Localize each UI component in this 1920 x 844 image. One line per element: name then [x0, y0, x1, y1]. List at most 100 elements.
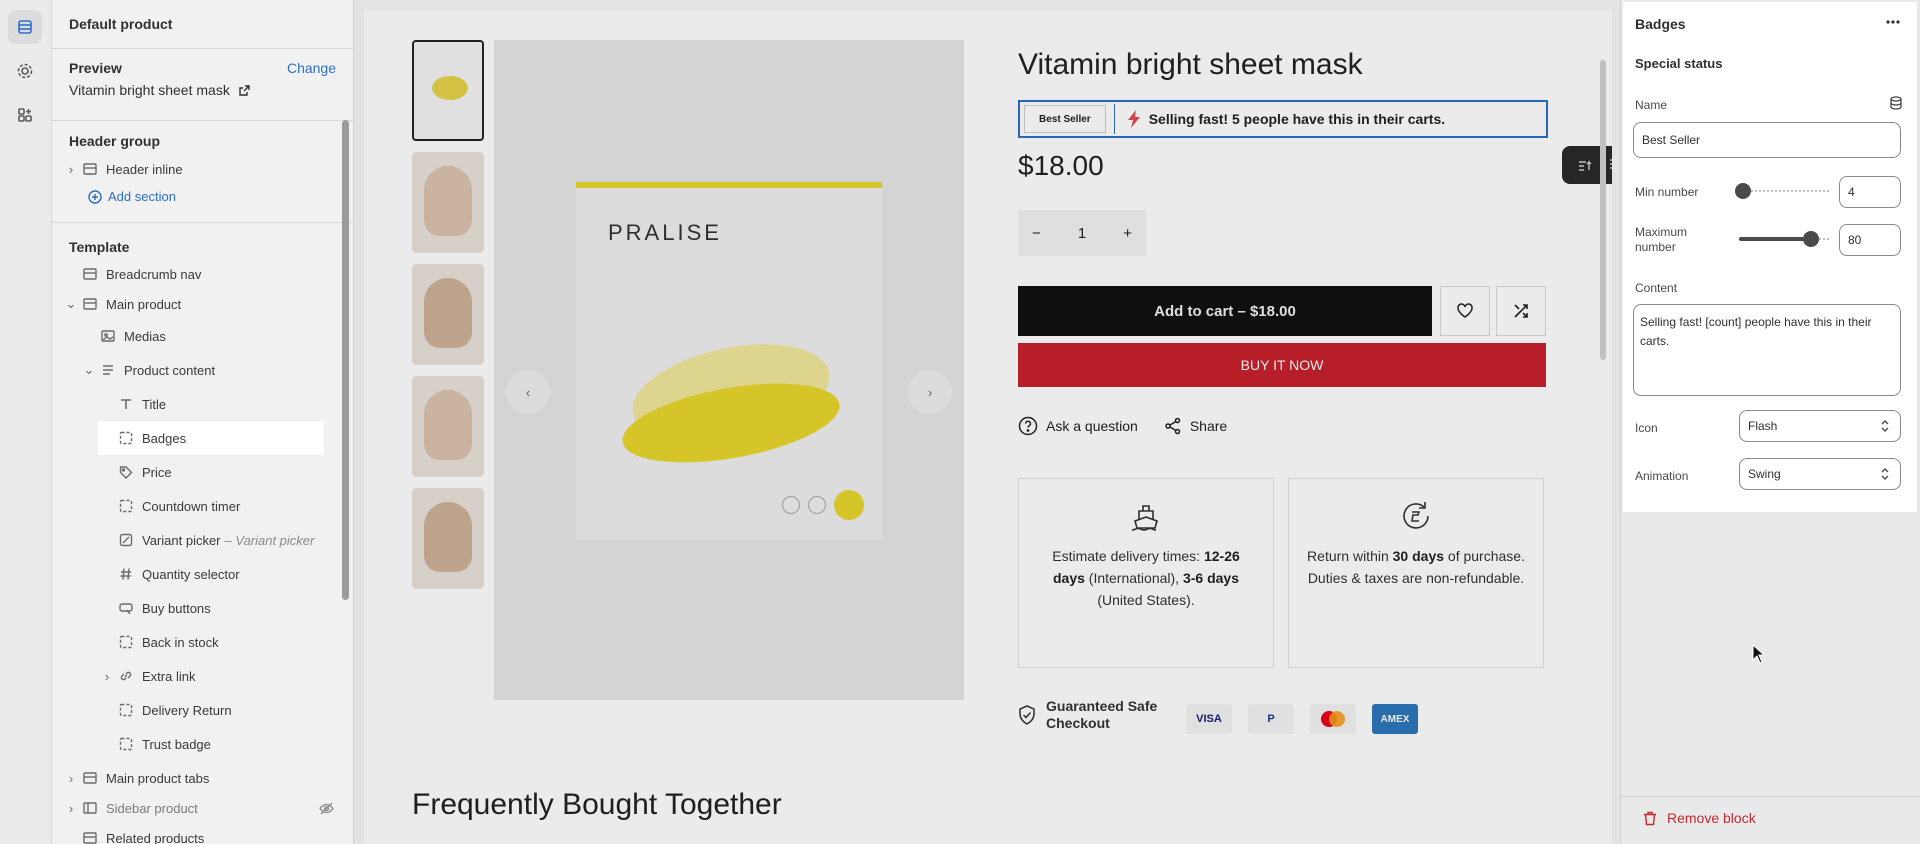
- divider: [52, 48, 353, 49]
- button-icon: [118, 600, 134, 616]
- apps-icon[interactable]: [8, 98, 42, 132]
- chevron-down-icon[interactable]: ⌄: [82, 362, 96, 378]
- frequently-bought-heading: Frequently Bought Together: [412, 788, 782, 821]
- minus-icon[interactable]: −: [1032, 225, 1041, 242]
- slider-handle[interactable]: [1734, 183, 1751, 199]
- min-number-label: Min number: [1635, 185, 1699, 199]
- move-up-icon[interactable]: [1577, 157, 1593, 173]
- sidebar-item-header-inline[interactable]: › Header inline: [64, 152, 183, 186]
- chevron-right-icon: ›: [927, 384, 933, 400]
- dynamic-source-icon[interactable]: [1889, 96, 1903, 110]
- sidebar-item-medias[interactable]: Medias: [100, 319, 166, 353]
- thumbnail-2[interactable]: [412, 152, 484, 253]
- sidebar-item-buy-buttons[interactable]: Buy buttons: [118, 591, 211, 625]
- template-title: Default product: [69, 16, 173, 32]
- chevron-right-icon[interactable]: ›: [100, 669, 114, 684]
- preview-product[interactable]: Vitamin bright sheet mask: [69, 82, 251, 98]
- sidebar-scrollbar[interactable]: [342, 120, 349, 600]
- change-preview-link[interactable]: Change: [287, 60, 336, 76]
- add-to-cart-button[interactable]: Add to cart – $18.00: [1018, 286, 1432, 336]
- visa-icon: VISA: [1186, 704, 1232, 734]
- buy-it-now-button[interactable]: BUY IT NOW: [1018, 343, 1546, 387]
- badges-block-selected[interactable]: Best Seller Selling fast! 5 people have …: [1014, 96, 1552, 142]
- sidebar-item-variant-picker[interactable]: Variant picker – Variant picker: [118, 523, 314, 557]
- sidebar-item-main-product-tabs[interactable]: › Main product tabs: [64, 761, 210, 795]
- sidebar-item-trust-badge[interactable]: Trust badge: [118, 727, 211, 761]
- thumbnail-4[interactable]: [412, 376, 484, 477]
- sidebar-item-extra-link[interactable]: › Extra link: [100, 659, 196, 693]
- add-section-button[interactable]: Add section: [88, 189, 176, 204]
- preview-product-name: Vitamin bright sheet mask: [69, 82, 230, 98]
- badge-name-input[interactable]: Best Seller: [1633, 122, 1901, 158]
- plus-icon[interactable]: +: [1123, 225, 1132, 242]
- prev-image-button[interactable]: ‹: [506, 370, 550, 414]
- quantity-value[interactable]: 1: [1078, 225, 1086, 242]
- ship-icon: [1037, 499, 1255, 533]
- text-lines-icon: [100, 362, 116, 378]
- sections-icon[interactable]: [8, 10, 42, 44]
- sidebar-item-related-products[interactable]: Related products: [82, 821, 204, 844]
- chevron-right-icon[interactable]: ›: [64, 162, 78, 177]
- share-link[interactable]: Share: [1164, 416, 1227, 436]
- sidebar-item-sidebar-product[interactable]: › Sidebar product: [64, 791, 334, 825]
- selling-fast-message: Selling fast! 5 people have this in thei…: [1127, 110, 1445, 128]
- slider-handle[interactable]: [1803, 231, 1819, 247]
- sidebar-item-countdown-timer[interactable]: Countdown timer: [118, 489, 240, 523]
- thumbnail-1[interactable]: [412, 40, 484, 141]
- min-number-slider[interactable]: [1734, 183, 1829, 199]
- sidebar-item-main-product[interactable]: ⌄ Main product: [64, 287, 182, 321]
- max-number-slider[interactable]: [1739, 231, 1829, 247]
- max-number-input[interactable]: 80: [1839, 224, 1901, 256]
- mastercard-icon: [1310, 704, 1356, 734]
- content-textarea[interactable]: Selling fast! [count] people have this i…: [1633, 304, 1901, 396]
- thumbnail-5[interactable]: [412, 488, 484, 589]
- chevron-right-icon[interactable]: ›: [64, 801, 78, 816]
- next-image-button[interactable]: ›: [908, 370, 952, 414]
- main-product-image[interactable]: PRALISE ‹ ›: [494, 40, 964, 700]
- product-title: Vitamin bright sheet mask: [1018, 48, 1363, 81]
- block-settings-panel: Badges Special status Name Best Seller M…: [1620, 0, 1920, 844]
- remove-block-button[interactable]: Remove block: [1643, 810, 1756, 826]
- sidebar-item-label: Variant picker: [142, 532, 221, 548]
- sidebar-item-label: Title: [142, 396, 167, 412]
- section-sidebar: Default product Preview Change Vitamin b…: [52, 0, 354, 844]
- section-icon: [82, 770, 98, 786]
- best-seller-badge: Best Seller: [1024, 105, 1106, 133]
- sidebar-item-delivery-return[interactable]: Delivery Return: [118, 693, 232, 727]
- store-preview-frame: PRALISE ‹ › Vitamin bright sheet mask Be…: [364, 10, 1612, 844]
- sidebar-item-back-in-stock[interactable]: Back in stock: [118, 625, 219, 659]
- external-link-icon[interactable]: [238, 84, 251, 97]
- sidebar-item-price[interactable]: Price: [118, 455, 172, 489]
- eye-hidden-icon[interactable]: [319, 801, 334, 816]
- compare-button[interactable]: [1496, 286, 1546, 336]
- ask-question-link[interactable]: Ask a question: [1018, 416, 1138, 436]
- animation-label: Animation: [1635, 469, 1689, 483]
- sidebar-item-product-content[interactable]: ⌄ Product content: [82, 353, 216, 387]
- divider: [1621, 796, 1920, 797]
- more-options-icon[interactable]: [1885, 14, 1901, 30]
- sidebar-item-quantity-selector[interactable]: Quantity selector: [118, 557, 240, 591]
- price-tag-icon: [118, 464, 134, 480]
- sidebar-item-label: Trust badge: [142, 736, 211, 752]
- question-circle-icon: [1018, 416, 1038, 436]
- sidebar-item-title[interactable]: Title: [118, 387, 166, 421]
- min-number-input[interactable]: 4: [1839, 176, 1901, 208]
- product-thumb-shape: [432, 76, 468, 100]
- chevron-down-icon[interactable]: ⌄: [64, 296, 78, 312]
- sidebar-item-label: Header inline: [106, 161, 183, 177]
- sidebar-item-badges[interactable]: Badges: [98, 421, 324, 455]
- remove-block-label: Remove block: [1667, 810, 1756, 826]
- panel-title: Badges: [1635, 16, 1686, 32]
- settings-gear-icon[interactable]: [8, 54, 42, 88]
- chevron-right-icon[interactable]: ›: [64, 771, 78, 786]
- icon-select[interactable]: Flash: [1739, 410, 1901, 442]
- preview-scrollbar[interactable]: [1600, 60, 1606, 360]
- wishlist-button[interactable]: [1440, 286, 1490, 336]
- thumbnail-3[interactable]: [412, 264, 484, 365]
- sidebar-item-label: Back in stock: [142, 634, 219, 650]
- max-number-label: Maximum number: [1635, 225, 1688, 254]
- sidebar-item-breadcrumb-nav[interactable]: Breadcrumb nav: [82, 257, 201, 291]
- move-down-icon[interactable]: [1608, 157, 1612, 173]
- animation-select[interactable]: Swing: [1739, 458, 1901, 490]
- delivery-end: (United States).: [1097, 592, 1195, 608]
